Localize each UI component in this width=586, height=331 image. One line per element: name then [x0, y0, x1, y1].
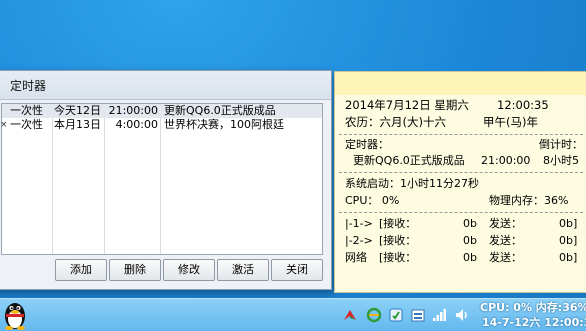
net-send-value: 0b] [559, 217, 578, 230]
info-panel-header [335, 72, 586, 95]
uptime: 系统启动：1小时11分27秒 [345, 177, 479, 190]
divider [339, 212, 583, 213]
net-recv-label: [接收： [379, 251, 417, 264]
net-send-label: 发送： [489, 234, 522, 247]
taskbar: CPU: 0% 内存:36% 14-7-12六 12:00:35 [0, 298, 586, 331]
net-send-label: 发送： [489, 251, 522, 264]
tray-clock[interactable]: 14-7-12六 12:00:35 [482, 314, 586, 330]
row-message: 更新QQ6.0正式版成品 [164, 104, 276, 117]
row-time: 21:00:00 [108, 104, 158, 117]
net-recv-value: 0b [463, 217, 477, 230]
net-recv-label: [接收： [379, 234, 417, 247]
timer-titlebar[interactable]: 定时器 [0, 71, 331, 100]
memory-usage: 物理内存：36% [489, 194, 569, 207]
next-task-time: 21:00:00 [481, 154, 531, 167]
next-task: 更新QQ6.0正式版成品 [353, 154, 465, 167]
row-type: 一次性 [10, 104, 43, 117]
net-recv-value: 0b [463, 234, 477, 247]
current-time: 12:00:35 [497, 98, 549, 112]
divider [339, 172, 583, 173]
divider [339, 134, 583, 135]
row-mark: × [0, 120, 8, 130]
net-row-label: |-2-> [345, 234, 373, 247]
qq-penguin-icon[interactable] [2, 299, 28, 330]
row-date: 今天12日 [54, 104, 101, 117]
row-date: 本月13日 [54, 118, 101, 131]
net-send-value: 0b] [559, 251, 578, 264]
timer-row[interactable]: 一次性 今天12日 21:00:00 更新QQ6.0正式版成品 [2, 104, 322, 118]
close-button[interactable]: 关闭 [271, 259, 323, 281]
countdown-label: 倒计时： [539, 138, 583, 151]
net-recv-label: [接收： [379, 217, 417, 230]
shield-icon[interactable] [388, 307, 404, 323]
countdown-value: 8小时5 [543, 154, 579, 167]
timer-list[interactable]: 一次性 今天12日 21:00:00 更新QQ6.0正式版成品 × 一次性 本月… [0, 103, 323, 255]
red-arrow-icon[interactable] [342, 307, 358, 323]
signal-bars-icon[interactable] [432, 307, 448, 323]
net-send-value: 0b] [559, 234, 578, 247]
speaker-icon[interactable] [454, 307, 470, 323]
year-ganzhi: 甲午(马)年 [483, 115, 538, 129]
row-message: 世界杯决赛，100阿根廷 [164, 118, 284, 131]
row-type: 一次性 [10, 118, 43, 131]
tray-cpu-memory[interactable]: CPU: 0% 内存:36% [480, 299, 586, 315]
info-panel: 2014年7月12日 星期六 12:00:35 农历：六月(大)十六 甲午(马)… [334, 71, 586, 293]
activate-button[interactable]: 激活 [217, 259, 269, 281]
timer-title: 定时器 [10, 79, 47, 93]
lunar-date: 农历：六月(大)十六 [345, 115, 446, 129]
net-row-label: |-1-> [345, 217, 373, 230]
modify-button[interactable]: 修改 [163, 259, 215, 281]
net-recv-value: 0b [463, 251, 477, 264]
cpu-usage: CPU： 0% [345, 194, 400, 207]
green-swirl-icon[interactable] [366, 307, 382, 323]
timer-window: 定时器 一次性 今天12日 21:00:00 更新QQ6.0正式版成品 × 一次… [0, 70, 332, 290]
net-send-label: 发送： [489, 217, 522, 230]
net-row-label: 网络 [345, 251, 367, 264]
timer-row[interactable]: × 一次性 本月13日 4:00:00 世界杯决赛，100阿根廷 [0, 118, 322, 132]
row-time: 4:00:00 [115, 118, 158, 131]
timer-label: 定时器： [345, 138, 389, 151]
date-line: 2014年7月12日 星期六 [345, 98, 469, 112]
folder-icon[interactable] [410, 307, 426, 323]
button-bar: 添加 删除 修改 激活 关闭 [0, 259, 331, 283]
add-button[interactable]: 添加 [55, 259, 107, 281]
delete-button[interactable]: 删除 [109, 259, 161, 281]
